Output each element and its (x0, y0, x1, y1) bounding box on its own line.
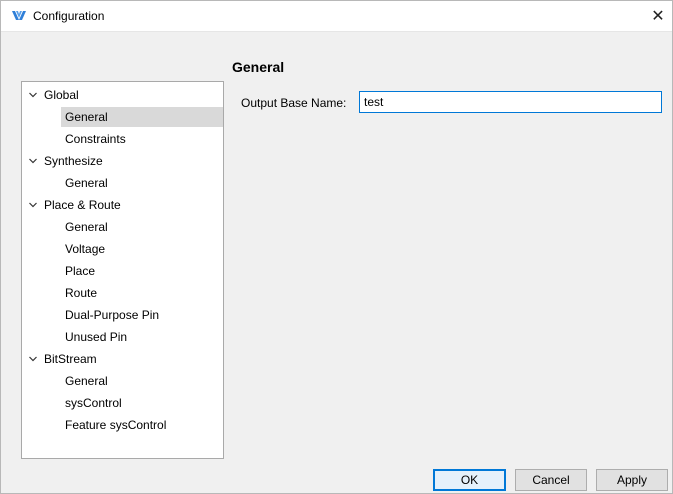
cancel-button[interactable]: Cancel (515, 469, 587, 491)
output-base-name-label: Output Base Name: (241, 96, 347, 110)
tree-item[interactable]: Place (22, 260, 223, 282)
chevron-down-icon[interactable] (28, 150, 38, 172)
tree-item-label: BitStream (44, 352, 97, 366)
tree-item-label: Place (65, 264, 96, 278)
close-icon[interactable]: ✕ (644, 1, 672, 31)
tree-item-label: Dual-Purpose Pin (65, 308, 160, 322)
tree-item[interactable]: Constraints (22, 128, 223, 150)
tree-category[interactable]: Place & Route (22, 194, 223, 216)
tree-category[interactable]: Synthesize (22, 150, 223, 172)
tree-item-label: Synthesize (44, 154, 103, 168)
tree-item[interactable]: General (22, 370, 223, 392)
section-title: General (232, 59, 285, 75)
title-bar: Configuration ✕ (1, 1, 672, 32)
tree-item[interactable]: Dual-Purpose Pin (22, 304, 223, 326)
tree-item-label: Constraints (65, 132, 126, 146)
tree-item-label: General (65, 110, 108, 124)
tree-item-label: General (65, 176, 108, 190)
tree-item-label: sysControl (65, 396, 122, 410)
tree-item[interactable]: Route (22, 282, 223, 304)
tree-item-label: Unused Pin (65, 330, 128, 344)
tree-item[interactable]: General (22, 216, 223, 238)
configuration-dialog: Configuration ✕ Global General Constraints… (0, 0, 673, 494)
chevron-down-icon[interactable] (28, 84, 38, 106)
ok-button[interactable]: OK (433, 469, 506, 491)
tree-item[interactable]: Voltage (22, 238, 223, 260)
tree-item[interactable]: Feature sysControl (22, 414, 223, 436)
tree-item-label: General (65, 220, 108, 234)
tree-item-label: Global (44, 88, 79, 102)
app-logo-icon (12, 11, 26, 20)
tree-item[interactable]: General (22, 172, 223, 194)
tree-item[interactable]: General (22, 106, 223, 128)
tree-item-label: General (65, 374, 108, 388)
tree-item-label: Place & Route (44, 198, 121, 212)
tree-item-label: Route (65, 286, 98, 300)
tree-item[interactable]: Unused Pin (22, 326, 223, 348)
tree-item[interactable]: sysControl (22, 392, 223, 414)
tree-item-label: Feature sysControl (65, 418, 167, 432)
window-title: Configuration (33, 9, 105, 23)
output-base-name-input[interactable] (359, 91, 662, 113)
tree-category[interactable]: Global (22, 84, 223, 106)
apply-button[interactable]: Apply (596, 469, 668, 491)
tree-item-label: Voltage (65, 242, 106, 256)
tree-category[interactable]: BitStream (22, 348, 223, 370)
chevron-down-icon[interactable] (28, 348, 38, 370)
settings-tree[interactable]: Global General Constraints Synthesize Genera… (21, 81, 224, 459)
chevron-down-icon[interactable] (28, 194, 38, 216)
